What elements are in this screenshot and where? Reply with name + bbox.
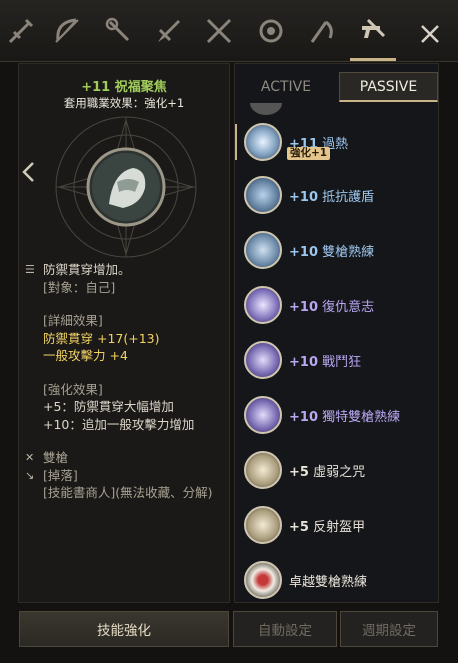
partial-skill-icon [249, 102, 283, 116]
greatsword-icon[interactable] [152, 14, 186, 48]
weapon-tab-bar [0, 0, 458, 62]
skill-enhance-button[interactable]: 技能強化 [19, 611, 229, 647]
berserker-icon [244, 341, 282, 379]
drop-icon: ↘ [25, 468, 35, 482]
drop-source: [技能書商人](無法收藏、分解) [43, 485, 213, 500]
detail-line: 一般攻擊力 +4 [43, 348, 128, 363]
detail-line: 防禦貫穿 +17(+13) [43, 330, 160, 346]
pistol-mastery-icon [244, 231, 282, 269]
pistol-icon: ✕ [25, 451, 35, 464]
skill-item-berserker[interactable]: +10 戰鬥狂 [235, 336, 438, 384]
skill-detail-panel: +11 祝福聚焦 套用職業效果：強化+1 ☰ 防禦貫穿增加。 [對象：自己] [詳… [18, 63, 230, 603]
skill-item-pistol-mastery[interactable]: +10 雙槍熟練 [235, 226, 438, 274]
scythe-icon[interactable] [304, 14, 338, 48]
skill-target: [對象：自己] [43, 279, 116, 295]
skill-item-overheat[interactable]: +11 過熱 強化+1 [235, 118, 438, 166]
list-icon: ☰ [25, 263, 35, 276]
enhance-badge: 強化+1 [287, 147, 331, 160]
skill-list-panel: ACTIVE PASSIVE +11 過熱 強化+1 +10 抵抗護盾 +10 … [234, 63, 439, 603]
unique-pistol-icon [244, 396, 282, 434]
skill-item-reflect-armor[interactable]: +5 反射盔甲 [235, 501, 438, 549]
skill-item-resist-shield[interactable]: +10 抵抗護盾 [235, 171, 438, 219]
armor-icon [244, 506, 282, 544]
orb-icon[interactable] [254, 14, 288, 48]
skill-item-vengeance[interactable]: +10 復仇意志 [235, 281, 438, 329]
crossbow-icon[interactable] [4, 14, 38, 48]
detail-header: [詳細效果] [43, 313, 103, 328]
skill-description: ☰ 防禦貫穿增加。 [對象：自己] [詳細效果] 防禦貫穿 +17(+13) 一般… [25, 261, 225, 502]
bow-icon[interactable] [50, 14, 84, 48]
enhance-line: +10：追加一般攻擊力增加 [43, 416, 195, 432]
selection-indicator [235, 124, 237, 160]
curse-icon [244, 451, 282, 489]
auto-setting-button[interactable]: 自動設定 [233, 611, 337, 647]
enhance-header: [強化效果] [43, 381, 103, 397]
skill-subtitle: 套用職業效果：強化+1 [63, 96, 185, 110]
dual-swords-icon[interactable] [202, 14, 236, 48]
overheat-icon [244, 123, 282, 161]
tab-passive[interactable]: PASSIVE [339, 72, 438, 102]
skill-title: +11 祝福聚焦 [81, 80, 167, 95]
staff-icon[interactable] [102, 14, 136, 48]
close-icon[interactable] [418, 22, 442, 46]
vengeance-icon [244, 286, 282, 324]
enhance-line: +5：防禦貫穿大幅增加 [43, 399, 174, 414]
cycle-setting-button[interactable]: 週期設定 [340, 611, 438, 647]
skill-item-superior-pistol-mastery[interactable]: 卓越雙槍熟練 [235, 556, 438, 602]
shield-skill-icon [244, 176, 282, 214]
skill-item-weakness-curse[interactable]: +5 虛弱之咒 [235, 446, 438, 494]
tab-active[interactable]: ACTIVE [235, 72, 337, 102]
skill-emblem [51, 112, 201, 262]
prev-skill-arrow-icon[interactable] [21, 161, 35, 183]
locked-skill-icon [244, 561, 282, 599]
skill-item-unique-pistol-mastery[interactable]: +10 獨特雙槍熟練 [235, 391, 438, 439]
dual-pistols-icon[interactable] [350, 14, 396, 61]
